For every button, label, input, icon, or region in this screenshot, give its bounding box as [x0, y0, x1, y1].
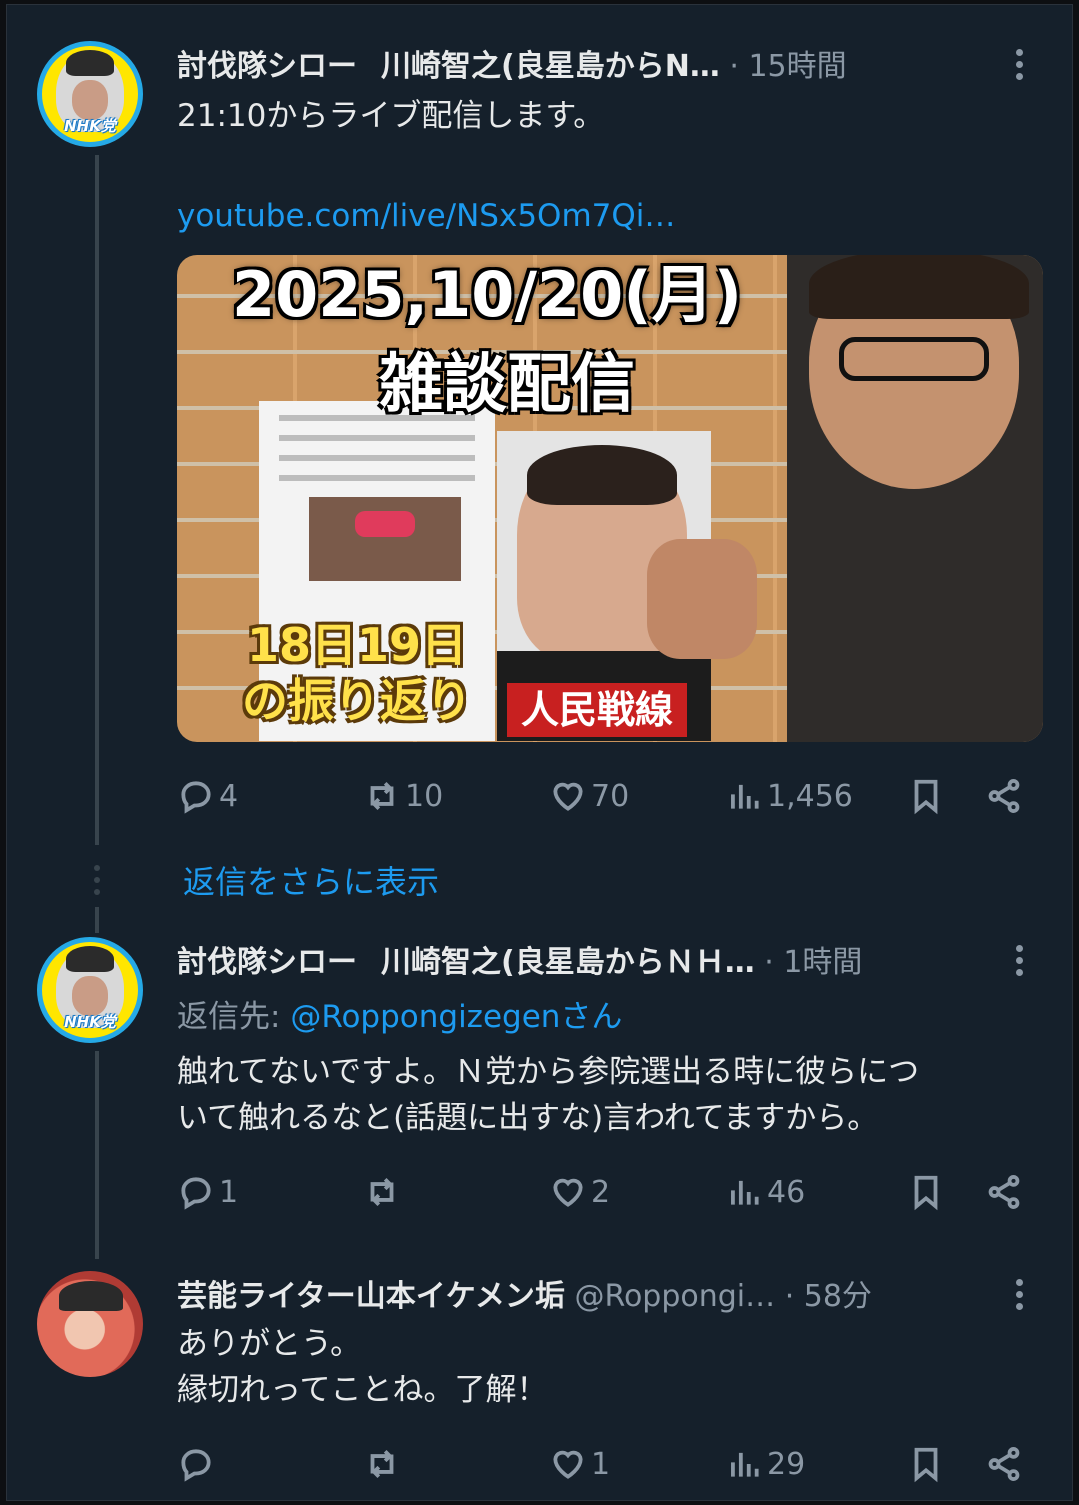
like-count: 70 — [591, 778, 630, 814]
like-icon — [553, 1450, 583, 1479]
bookmark-icon — [914, 1447, 938, 1483]
share-icon — [988, 1175, 1020, 1209]
reply-to: 返信先: @Roppongizegenさん — [177, 991, 622, 1036]
bookmark-button[interactable] — [907, 777, 945, 815]
media-subtitle: 雑談配信 — [379, 348, 635, 422]
media-caption-line1: 18日19日 — [246, 618, 468, 672]
views-button[interactable]: 1,456 — [725, 777, 853, 815]
post-time[interactable]: · 58分 — [785, 1279, 872, 1314]
media-caption: 18日19日 の振り返り — [227, 617, 487, 729]
author-avatar[interactable] — [37, 1271, 143, 1377]
thread-gap-dots — [93, 865, 101, 901]
media-person — [787, 255, 1043, 742]
reply-to-handle[interactable]: @Roppongizegenさん — [290, 999, 622, 1035]
more-icon[interactable] — [1014, 49, 1024, 85]
like-button[interactable]: 70 — [549, 777, 629, 815]
views-count: 29 — [767, 1446, 806, 1482]
post-actions: 4 10 70 1,456 — [177, 777, 1043, 821]
author-avatar[interactable]: NHK党 — [37, 937, 143, 1043]
reply-button[interactable]: 4 — [177, 777, 238, 815]
reply-to-prefix: 返信先: — [177, 999, 281, 1035]
bookmark-button[interactable] — [907, 1445, 945, 1483]
repost-icon — [370, 1449, 394, 1479]
media-tag: 人民戦線 — [507, 683, 687, 737]
thread-line — [95, 907, 99, 933]
bookmark-icon — [914, 779, 938, 815]
views-button[interactable]: 29 — [725, 1445, 805, 1483]
media-caption-line2: の振り返り — [242, 674, 472, 728]
post-time[interactable]: · 1時間 — [764, 945, 862, 980]
author-avatar[interactable]: NHK党 — [37, 41, 143, 147]
views-icon — [731, 784, 759, 809]
author-name-rest[interactable]: 川崎智之(良星島からN… — [381, 49, 720, 84]
repost-button[interactable]: 10 — [363, 777, 443, 815]
like-count: 1 — [591, 1446, 611, 1482]
like-button[interactable]: 2 — [549, 1173, 610, 1211]
post-text: ありがとう。 縁切れってことね。了解！ — [177, 1321, 547, 1413]
post-time[interactable]: · 15時間 — [729, 49, 846, 84]
thread-line — [95, 155, 99, 845]
repost-button[interactable] — [363, 1173, 405, 1211]
more-icon[interactable] — [1014, 945, 1024, 981]
reply-icon — [181, 781, 211, 814]
share-icon — [988, 1447, 1020, 1481]
reply-icon — [181, 1177, 211, 1210]
views-count: 1,456 — [767, 778, 853, 814]
more-icon[interactable] — [1014, 1279, 1024, 1315]
views-icon — [731, 1180, 759, 1205]
like-button[interactable]: 1 — [549, 1445, 610, 1483]
views-icon — [731, 1452, 759, 1477]
post-actions: 1 2 46 — [177, 1173, 1043, 1217]
media-fist — [647, 539, 757, 659]
author-name[interactable]: 討伐隊シロー — [177, 49, 357, 84]
author-handle[interactable]: @Roppongi… — [574, 1279, 775, 1314]
reply-icon — [181, 1449, 211, 1482]
bookmark-button[interactable] — [907, 1173, 945, 1211]
thread-line — [95, 1051, 99, 1259]
views-button[interactable]: 46 — [725, 1173, 805, 1211]
post-text-line: ありがとう。 — [177, 1326, 362, 1362]
avatar-badge: NHK党 — [64, 117, 116, 135]
reply-count: 1 — [219, 1174, 239, 1210]
author-name[interactable]: 芸能ライター山本イケメン垢 — [177, 1279, 565, 1314]
post-text-line: 触れてないですよ。Ｎ党から参院選出る時に彼らにつ — [177, 1054, 920, 1090]
post-header: 討伐隊シロー 川崎智之(良星島からＮＨ… · 1時間 — [177, 937, 862, 981]
repost-button[interactable] — [363, 1445, 405, 1483]
post-media-image[interactable]: 人民戦線 2025,10/20(月) 雑談配信 18日19日 の振り返り — [177, 255, 1043, 742]
post-header: 討伐隊シロー 川崎智之(良星島からN… · 15時間 — [177, 41, 847, 85]
bookmark-icon — [914, 1175, 938, 1211]
repost-icon — [370, 781, 394, 811]
post-text: 21:10からライブ配信します。 — [177, 98, 605, 134]
reply-button[interactable] — [177, 1445, 219, 1483]
avatar-badge: NHK党 — [64, 1013, 116, 1031]
repost-count: 10 — [405, 778, 444, 814]
post-text-line: いて触れるなと(話題に出すな)言われてますから。 — [177, 1100, 879, 1136]
show-more-replies-link[interactable]: 返信をさらに表示 — [183, 857, 439, 903]
share-button[interactable] — [985, 1173, 1023, 1211]
share-button[interactable] — [985, 777, 1023, 815]
media-title: 2025,10/20(月) — [232, 258, 742, 331]
timeline-frame: NHK党 討伐隊シロー 川崎智之(良星島からN… · 15時間 21:10からライ… — [6, 4, 1073, 1501]
share-icon — [988, 779, 1020, 813]
like-count: 2 — [591, 1174, 611, 1210]
like-icon — [553, 782, 583, 811]
post-actions: 1 29 — [177, 1445, 1043, 1489]
post-text-line: 縁切れってことね。了解！ — [177, 1372, 548, 1408]
author-name[interactable]: 討伐隊シロー — [177, 945, 357, 980]
like-icon — [553, 1178, 583, 1207]
views-count: 46 — [767, 1174, 806, 1210]
repost-icon — [370, 1177, 394, 1207]
post-link[interactable]: youtube.com/live/NSx5Om7Qi… — [177, 193, 675, 239]
author-name-rest[interactable]: 川崎智之(良星島からＮＨ… — [381, 945, 755, 980]
reply-button[interactable]: 1 — [177, 1173, 238, 1211]
reply-count: 4 — [219, 778, 239, 814]
share-button[interactable] — [985, 1445, 1023, 1483]
post-text: 触れてないですよ。Ｎ党から参院選出る時に彼らにつ いて触れるなと(話題に出すな)… — [177, 1049, 919, 1141]
post-header: 芸能ライター山本イケメン垢 @Roppongi… · 58分 — [177, 1271, 872, 1315]
